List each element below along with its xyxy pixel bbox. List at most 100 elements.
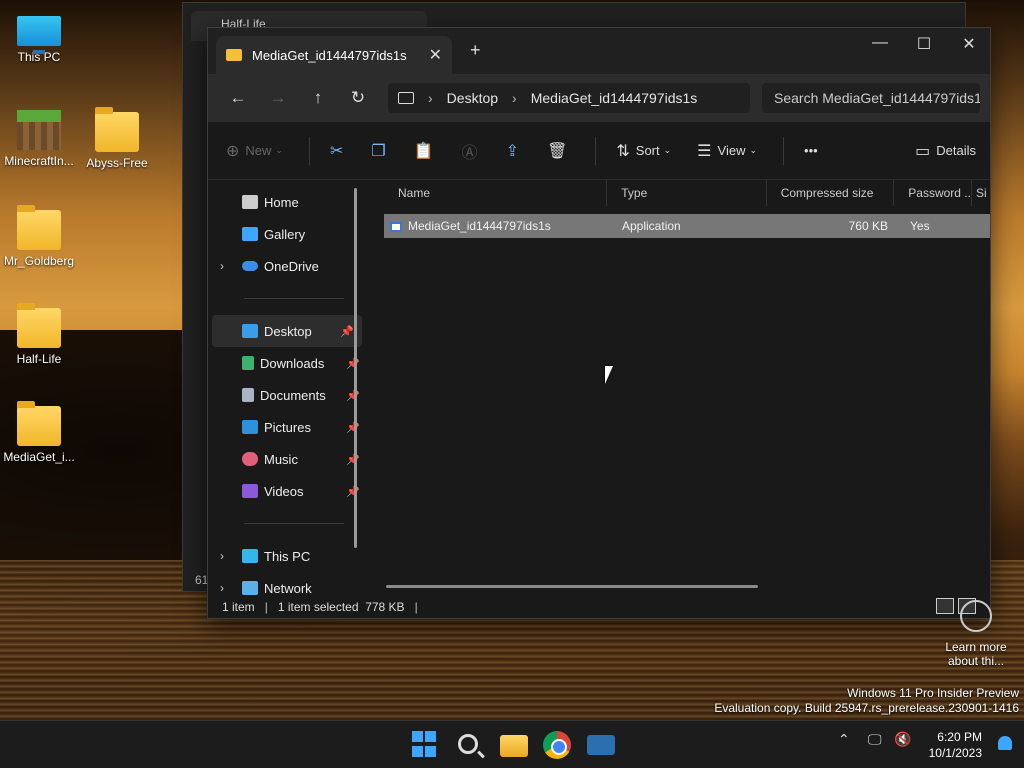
view-button[interactable]: ☰ View ⌄ xyxy=(697,141,757,161)
row-name: MediaGet_id1444797ids1s xyxy=(384,219,608,233)
column-header-password[interactable]: Password ... xyxy=(894,180,973,206)
sidebar-item-music[interactable]: Music 📌 xyxy=(208,443,368,475)
application-icon xyxy=(390,221,402,232)
copy-icon[interactable]: ❐ xyxy=(371,141,385,161)
sidebar-item-label: Gallery xyxy=(264,226,306,242)
details-label: Details xyxy=(936,143,976,158)
rename-icon[interactable]: Ⓐ xyxy=(462,139,478,163)
app-taskbar-icon[interactable] xyxy=(587,735,615,755)
desktop-icon-half-life[interactable]: Half-Life xyxy=(0,303,78,366)
table-row[interactable]: MediaGet_id1444797ids1s Application 760 … xyxy=(384,214,990,238)
watermark-line-1: Windows 11 Pro Insider Preview xyxy=(847,686,1019,700)
monitor-icon xyxy=(17,16,61,54)
sidebar-item-onedrive[interactable]: › OneDrive xyxy=(208,250,368,282)
cut-icon[interactable]: ✂ xyxy=(330,141,343,161)
sidebar-item-home[interactable]: Home xyxy=(208,186,368,218)
minimize-button[interactable]: — xyxy=(868,34,892,52)
close-button[interactable]: ✕ xyxy=(957,34,981,54)
start-button[interactable] xyxy=(412,731,440,759)
column-header-type[interactable]: Type xyxy=(607,180,767,206)
search-input[interactable]: Search MediaGet_id1444797ids1s xyxy=(762,83,980,113)
plus-circle-icon: ⊕ xyxy=(226,142,240,160)
divider xyxy=(308,136,310,165)
details-button[interactable]: ▭ Details xyxy=(915,141,976,161)
network-icon xyxy=(242,581,258,595)
search-icon[interactable] xyxy=(458,734,478,754)
share-icon[interactable]: ⇪ xyxy=(506,141,519,161)
notification-bell-icon[interactable] xyxy=(998,736,1012,750)
sidebar-scrollbar[interactable] xyxy=(354,188,357,548)
back-button[interactable]: ← xyxy=(218,88,258,108)
up-button[interactable]: ↑ xyxy=(298,88,338,108)
sidebar-item-videos[interactable]: Videos 📌 xyxy=(208,475,368,507)
desktop-icon-label: Mr_Goldberg xyxy=(3,254,75,268)
explorer-window[interactable]: MediaGet_id1444797ids1s ✕ + — ☐ ✕ ← → ↑ … xyxy=(207,27,991,619)
sidebar-item-label: Network xyxy=(264,580,312,596)
desktop-icon-minecraft[interactable]: MinecraftIn... xyxy=(0,110,78,168)
file-explorer-taskbar-icon[interactable] xyxy=(500,735,528,757)
column-header-name[interactable]: Name xyxy=(384,180,608,206)
chevron-right-icon[interactable]: › xyxy=(512,90,517,106)
chevron-up-icon[interactable]: ⌃ xyxy=(838,731,850,748)
chevron-right-icon[interactable]: › xyxy=(220,549,224,563)
desktop-icon-mr-goldberg[interactable]: Mr_Goldberg xyxy=(0,205,78,268)
sidebar-item-label: Music xyxy=(264,451,298,467)
column-header-compressed-size[interactable]: Compressed size xyxy=(767,180,895,206)
home-icon xyxy=(242,195,258,209)
sidebar-item-documents[interactable]: Documents 📌 xyxy=(208,379,368,411)
chrome-icon[interactable] xyxy=(543,731,571,759)
horizontal-scrollbar[interactable] xyxy=(386,585,758,588)
maximize-button[interactable]: ☐ xyxy=(912,34,936,54)
sidebar-item-label: Desktop xyxy=(264,323,312,339)
row-password: Yes xyxy=(910,219,930,233)
sidebar-item-gallery[interactable]: Gallery xyxy=(208,218,368,250)
column-header-size[interactable]: Si xyxy=(972,180,990,206)
breadcrumb-item-desktop[interactable]: Desktop xyxy=(447,90,498,106)
sidebar-item-pictures[interactable]: Pictures 📌 xyxy=(208,411,368,443)
music-icon xyxy=(242,452,258,466)
clock[interactable]: 6:20 PM 10/1/2023 xyxy=(929,729,982,761)
desktop-icon-mediaget[interactable]: MediaGet_i... xyxy=(0,401,78,464)
chevron-down-icon: ⌄ xyxy=(663,145,672,155)
chevron-right-icon[interactable]: › xyxy=(220,581,224,595)
delete-icon[interactable]: 🗑 xyxy=(547,141,567,161)
this-pc-icon xyxy=(398,92,414,104)
paste-icon[interactable]: 📋 xyxy=(414,141,434,161)
refresh-button[interactable]: ↻ xyxy=(338,88,378,108)
desktop-icon-label: MinecraftIn... xyxy=(4,154,74,168)
tab-mediaget[interactable]: MediaGet_id1444797ids1s ✕ xyxy=(216,36,452,74)
new-tab-button[interactable]: + xyxy=(470,40,481,61)
status-item-count: 1 item xyxy=(222,600,255,614)
explorer-body: Home Gallery › OneDrive Desktop 📌 Downlo… xyxy=(208,180,990,596)
close-tab-icon[interactable]: ✕ xyxy=(429,45,442,65)
volume-muted-icon[interactable]: 🔇 xyxy=(894,731,911,748)
divider xyxy=(595,136,597,165)
desktop-icon-label: MediaGet_i... xyxy=(3,450,75,464)
video-icon xyxy=(242,484,258,498)
new-button[interactable]: ⊕ New ⌄ xyxy=(226,141,283,161)
divider xyxy=(783,136,785,165)
forward-button[interactable]: → xyxy=(258,88,298,108)
chevron-right-icon[interactable]: › xyxy=(428,90,433,106)
address-bar: ← → ↑ ↻ › Desktop › MediaGet_id1444797id… xyxy=(208,74,990,122)
desktop-icon-this-pc[interactable]: This PC xyxy=(0,12,78,64)
status-bar: 1 item | 1 item selected 778 KB | xyxy=(208,596,990,618)
breadcrumb-item-current[interactable]: MediaGet_id1444797ids1s xyxy=(531,90,698,106)
title-bar: MediaGet_id1444797ids1s ✕ + — ☐ ✕ xyxy=(208,28,990,74)
sidebar-item-this-pc[interactable]: › This PC xyxy=(208,540,368,572)
sidebar-item-downloads[interactable]: Downloads 📌 xyxy=(208,347,368,379)
chevron-right-icon[interactable]: › xyxy=(220,259,224,273)
network-icon[interactable]: 🖵 xyxy=(868,731,882,748)
status-selection: 1 item selected 778 KB xyxy=(277,600,405,614)
camera-icon xyxy=(960,600,992,632)
learn-more-widget[interactable]: Learn more about thi... xyxy=(938,600,1014,668)
more-options-button[interactable]: ••• xyxy=(804,143,818,158)
divider xyxy=(244,298,344,299)
sort-button[interactable]: ⇅ Sort ⌄ xyxy=(616,141,671,161)
zip-folder-icon xyxy=(226,49,242,61)
windows-watermark: Windows 11 Pro Insider Preview Evaluatio… xyxy=(714,686,1019,716)
breadcrumb[interactable]: › Desktop › MediaGet_id1444797ids1s xyxy=(388,83,750,113)
monitor-icon xyxy=(242,549,258,563)
sidebar-item-desktop[interactable]: Desktop 📌 xyxy=(212,315,362,347)
desktop-icon-abyss-free[interactable]: Abyss-Free xyxy=(78,107,156,170)
